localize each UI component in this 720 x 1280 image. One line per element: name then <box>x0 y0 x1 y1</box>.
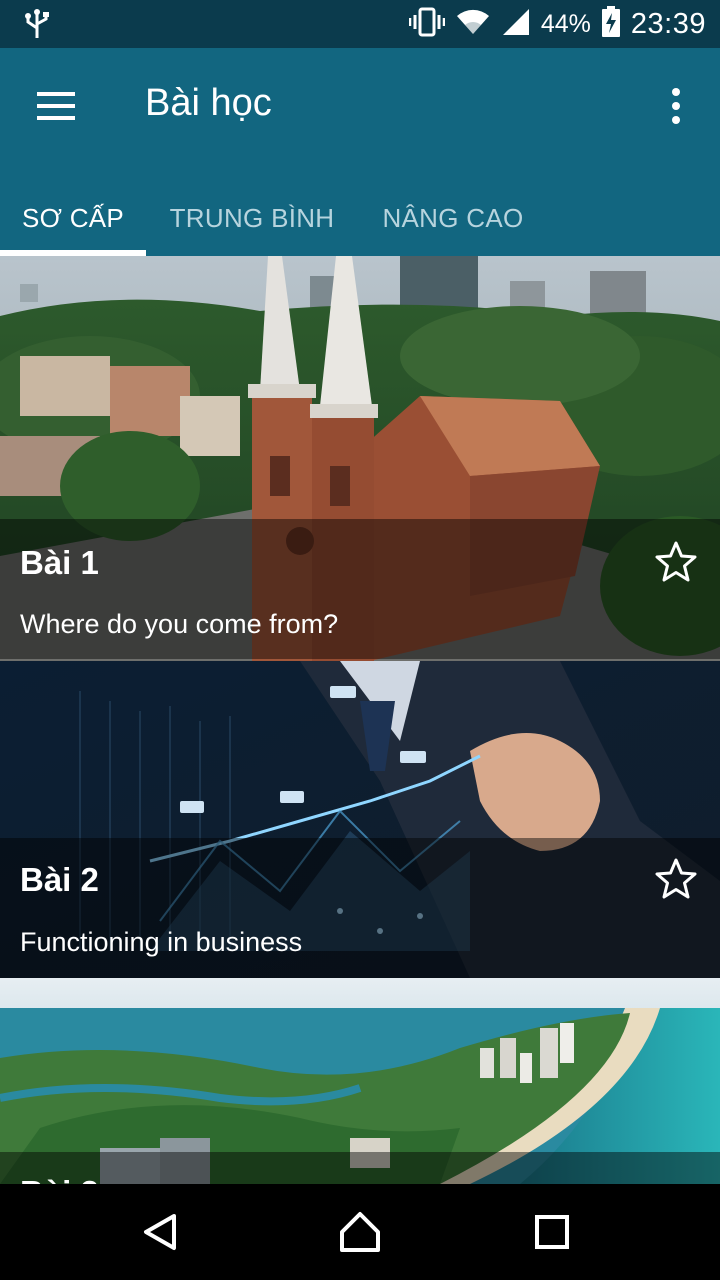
usb-icon <box>22 8 52 40</box>
back-triangle-icon[interactable] <box>132 1204 188 1260</box>
clock: 23:39 <box>630 7 706 40</box>
star-outline-icon[interactable] <box>654 857 698 901</box>
lesson-caption-bar <box>0 1152 720 1184</box>
lesson-card[interactable]: Bài 1 Where do you come from? <box>0 256 720 661</box>
battery-percent: 44% <box>540 9 591 38</box>
lesson-number: Bài 1 <box>20 544 99 581</box>
lesson-number: Bài 3 <box>20 1174 99 1184</box>
wifi-icon <box>455 8 491 41</box>
battery-charging-icon <box>601 5 621 43</box>
tab-bar: SƠ CẤP TRUNG BÌNH NÂNG CAO <box>0 180 720 256</box>
vibrate-icon <box>408 7 446 42</box>
lesson-list[interactable]: Bài 1 Where do you come from? Bài 2 Func… <box>0 256 720 1184</box>
lesson-card[interactable]: Bài 2 Functioning in business <box>0 661 720 978</box>
tab-trung-binh[interactable]: TRUNG BÌNH <box>146 180 358 256</box>
status-bar: 44% 23:39 <box>0 0 720 48</box>
more-vertical-icon[interactable] <box>656 78 696 134</box>
tab-so-cap[interactable]: SƠ CẤP <box>0 180 146 256</box>
system-nav-bar <box>0 1184 720 1280</box>
screen: 44% 23:39 Bài học SƠ CẤP TRUNG BÌNH NÂNG… <box>0 0 720 1280</box>
lesson-number: Bài 2 <box>20 861 99 898</box>
lesson-title: Functioning in business <box>20 927 303 957</box>
lesson-title: Where do you come from? <box>20 609 339 639</box>
tab-nang-cao[interactable]: NÂNG CAO <box>358 180 548 256</box>
recents-square-icon[interactable] <box>524 1204 580 1260</box>
signal-icon <box>501 7 531 42</box>
app-bar: Bài học SƠ CẤP TRUNG BÌNH NÂNG CAO <box>0 48 720 256</box>
status-icons: 44% 23:39 <box>408 0 706 48</box>
hamburger-menu-icon[interactable] <box>28 78 84 134</box>
home-icon[interactable] <box>332 1204 388 1260</box>
page-title: Bài học <box>145 82 272 124</box>
star-outline-icon[interactable] <box>654 540 698 584</box>
lesson-card[interactable]: Bài 3 <box>0 978 720 1184</box>
